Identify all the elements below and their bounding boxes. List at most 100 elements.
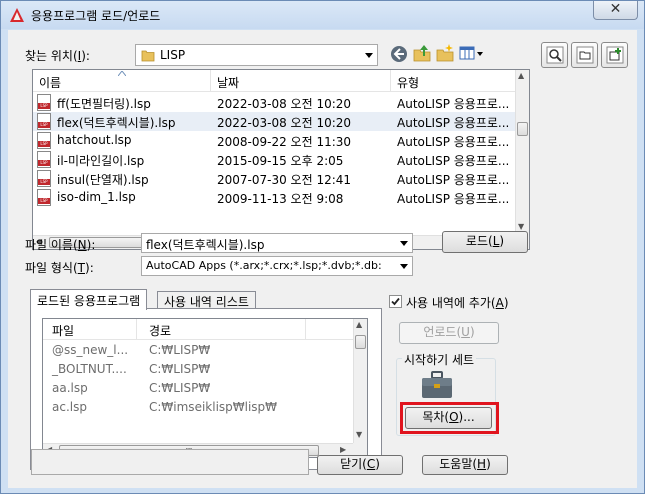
load-button[interactable]: 로드(L): [442, 231, 528, 253]
scroll-up-icon[interactable]: ▲: [518, 71, 524, 80]
scroll-up-icon[interactable]: ▲: [356, 320, 362, 329]
title-bar: 응용프로그램 로드/언로드 ✕: [1, 1, 644, 29]
file-date: 2007-07-30 오전 12:41: [217, 173, 352, 187]
loaded-app-row[interactable]: @ss_new_l... C:₩LISP₩: [43, 343, 353, 362]
column-header-file[interactable]: 파일: [52, 322, 74, 339]
loaded-file: @ss_new_l...: [52, 343, 129, 357]
column-divider: [305, 319, 306, 340]
new-folder-icon[interactable]: [435, 43, 455, 63]
loaded-app-row[interactable]: aa.lsp C:₩LISP₩: [43, 381, 353, 400]
lookin-value: LISP: [160, 48, 186, 62]
loaded-file: ac.lsp: [52, 400, 87, 414]
scroll-thumb[interactable]: [517, 122, 528, 136]
file-row[interactable]: LSP il-미라인길이.lsp 2015-09-15 오후 2:05 Auto…: [33, 150, 517, 169]
file-name: iso-dim_1.lsp: [57, 190, 136, 204]
column-header-date[interactable]: 날짜: [211, 70, 391, 92]
help-button[interactable]: 도움말(H): [422, 455, 508, 475]
checkmark-icon: [391, 297, 400, 306]
file-date: 2022-03-08 오전 10:20: [217, 97, 352, 111]
file-date: 2009-11-13 오전 9:08: [217, 192, 344, 206]
loaded-app-row[interactable]: _BOLTNUT.... C:₩LISP₩: [43, 362, 353, 381]
tab-loaded-applications[interactable]: 로드된 응용프로그램: [30, 289, 148, 310]
file-list-header: 이름 날짜 유형: [33, 70, 517, 92]
briefcase-icon: [422, 371, 452, 398]
sort-ascending-icon: [118, 71, 126, 76]
loaded-apps-list[interactable]: 파일 경로 @ss_new_l... C:₩LISP₩ _BOLTNUT....…: [42, 318, 368, 458]
chevron-down-icon[interactable]: [400, 264, 408, 269]
file-row[interactable]: LSP hatchout.lsp 2008-09-22 오전 11:30 Aut…: [33, 131, 517, 150]
column-header-name[interactable]: 이름: [33, 70, 211, 92]
file-date: 2022-03-08 오전 10:20: [217, 116, 352, 130]
dialog-window: 응용프로그램 로드/언로드 ✕ 찾는 위치(I): LISP 이름 날짜 유형 …: [0, 0, 645, 494]
column-header-type[interactable]: 유형: [391, 70, 521, 92]
lsp-file-icon: LSP: [37, 94, 51, 111]
file-row[interactable]: LSP ff(도면필터링).lsp 2022-03-08 오전 10:20 Au…: [33, 93, 517, 112]
folder-icon: [141, 50, 155, 62]
lsp-file-icon: LSP: [37, 151, 51, 168]
lsp-file-icon: LSP: [37, 113, 51, 130]
loaded-list-vscrollbar[interactable]: ▲ ▼: [353, 319, 367, 443]
chevron-down-icon[interactable]: [365, 53, 373, 58]
tab-history-list[interactable]: 사용 내역 리스트: [157, 291, 256, 309]
filename-combo[interactable]: flex(덕트후렉시블).lsp: [141, 233, 413, 253]
startup-suite-label: 시작하기 세트: [402, 351, 477, 368]
loaded-app-row[interactable]: ac.lsp C:₩imseiklisp₩lisp₩: [43, 400, 353, 419]
views-menu-icon[interactable]: [458, 43, 484, 63]
filetype-label: 파일 형식(T):: [25, 261, 94, 275]
scroll-right-icon[interactable]: ▶: [340, 445, 346, 454]
filetype-combo[interactable]: AutoCAD Apps (*.arx;*.crx;*.lsp;*.dvb;*.…: [141, 256, 413, 276]
file-row[interactable]: LSP insul(단열재).lsp 2007-07-30 오전 12:41 A…: [33, 169, 517, 188]
file-type: AutoLISP 응용프로...: [397, 173, 510, 187]
window-title: 응용프로그램 로드/언로드: [31, 9, 161, 23]
filetype-value: AutoCAD Apps (*.arx;*.crx;*.lsp;*.dvb;*.…: [146, 259, 382, 272]
scroll-down-icon[interactable]: ▼: [518, 222, 524, 231]
close-window-button[interactable]: ✕: [593, 1, 638, 20]
lsp-file-icon: LSP: [37, 189, 51, 206]
file-date: 2008-09-22 오전 11:30: [217, 135, 352, 149]
file-name: flex(덕트후렉시블).lsp: [57, 116, 176, 130]
folder-tree-icon: [576, 46, 594, 64]
file-name: il-미라인길이.lsp: [57, 154, 145, 168]
file-name: ff(도면필터링).lsp: [57, 97, 151, 111]
loaded-apps-panel: 파일 경로 @ss_new_l... C:₩LISP₩ _BOLTNUT....…: [30, 308, 382, 470]
add-favorite-icon: [606, 46, 624, 64]
find-file-button[interactable]: [541, 42, 568, 68]
browse-folder-button[interactable]: [571, 42, 598, 68]
unload-button[interactable]: 언로드(U): [399, 322, 499, 344]
loaded-file: aa.lsp: [52, 381, 88, 395]
file-type: AutoLISP 응용프로...: [397, 97, 510, 111]
up-folder-icon[interactable]: [412, 43, 432, 63]
loaded-path: C:₩LISP₩: [149, 343, 211, 357]
column-header-path[interactable]: 경로: [149, 322, 171, 339]
lsp-file-icon: LSP: [37, 170, 51, 187]
close-button[interactable]: 닫기(C): [317, 455, 403, 475]
loaded-file: _BOLTNUT....: [52, 362, 127, 376]
chevron-down-icon[interactable]: [400, 241, 408, 246]
lookin-combo[interactable]: LISP: [135, 44, 378, 66]
file-type: AutoLISP 응용프로...: [397, 116, 510, 130]
autocad-app-icon: [10, 8, 24, 22]
file-date: 2015-09-15 오후 2:05: [217, 154, 344, 168]
file-row[interactable]: LSP iso-dim_1.lsp 2009-11-13 오전 9:08 Aut…: [33, 188, 517, 207]
scroll-down-icon[interactable]: ▼: [356, 430, 362, 439]
file-type: AutoLISP 응용프로...: [397, 135, 510, 149]
loaded-path: C:₩imseiklisp₩lisp₩: [149, 400, 278, 414]
back-icon[interactable]: [389, 44, 409, 64]
file-name: insul(단열재).lsp: [57, 173, 149, 187]
status-box: [31, 449, 309, 475]
file-row-selected[interactable]: LSP flex(덕트후렉시블).lsp 2022-03-08 오전 10:20…: [33, 112, 517, 131]
column-divider: [136, 319, 137, 340]
scroll-thumb[interactable]: [355, 335, 366, 349]
file-list-vscrollbar[interactable]: ▲ ▼: [515, 70, 529, 235]
file-name: hatchout.lsp: [57, 133, 132, 147]
filename-label: 파일 이름(N):: [25, 238, 96, 252]
add-to-history-checkbox[interactable]: [389, 295, 402, 308]
contents-button[interactable]: 목차(O)...: [405, 407, 492, 429]
add-to-history-label[interactable]: 사용 내역에 추가(A): [406, 294, 509, 311]
file-type: AutoLISP 응용프로...: [397, 192, 510, 206]
file-type: AutoLISP 응용프로...: [397, 154, 510, 168]
dialog-client-area: 찾는 위치(I): LISP 이름 날짜 유형 LSP ff(도면필터링).ls…: [8, 30, 637, 488]
add-to-favorites-button[interactable]: [601, 42, 628, 68]
loaded-list-header: 파일 경로: [43, 319, 353, 340]
file-list[interactable]: 이름 날짜 유형 LSP ff(도면필터링).lsp 2022-03-08 오전…: [32, 69, 530, 250]
